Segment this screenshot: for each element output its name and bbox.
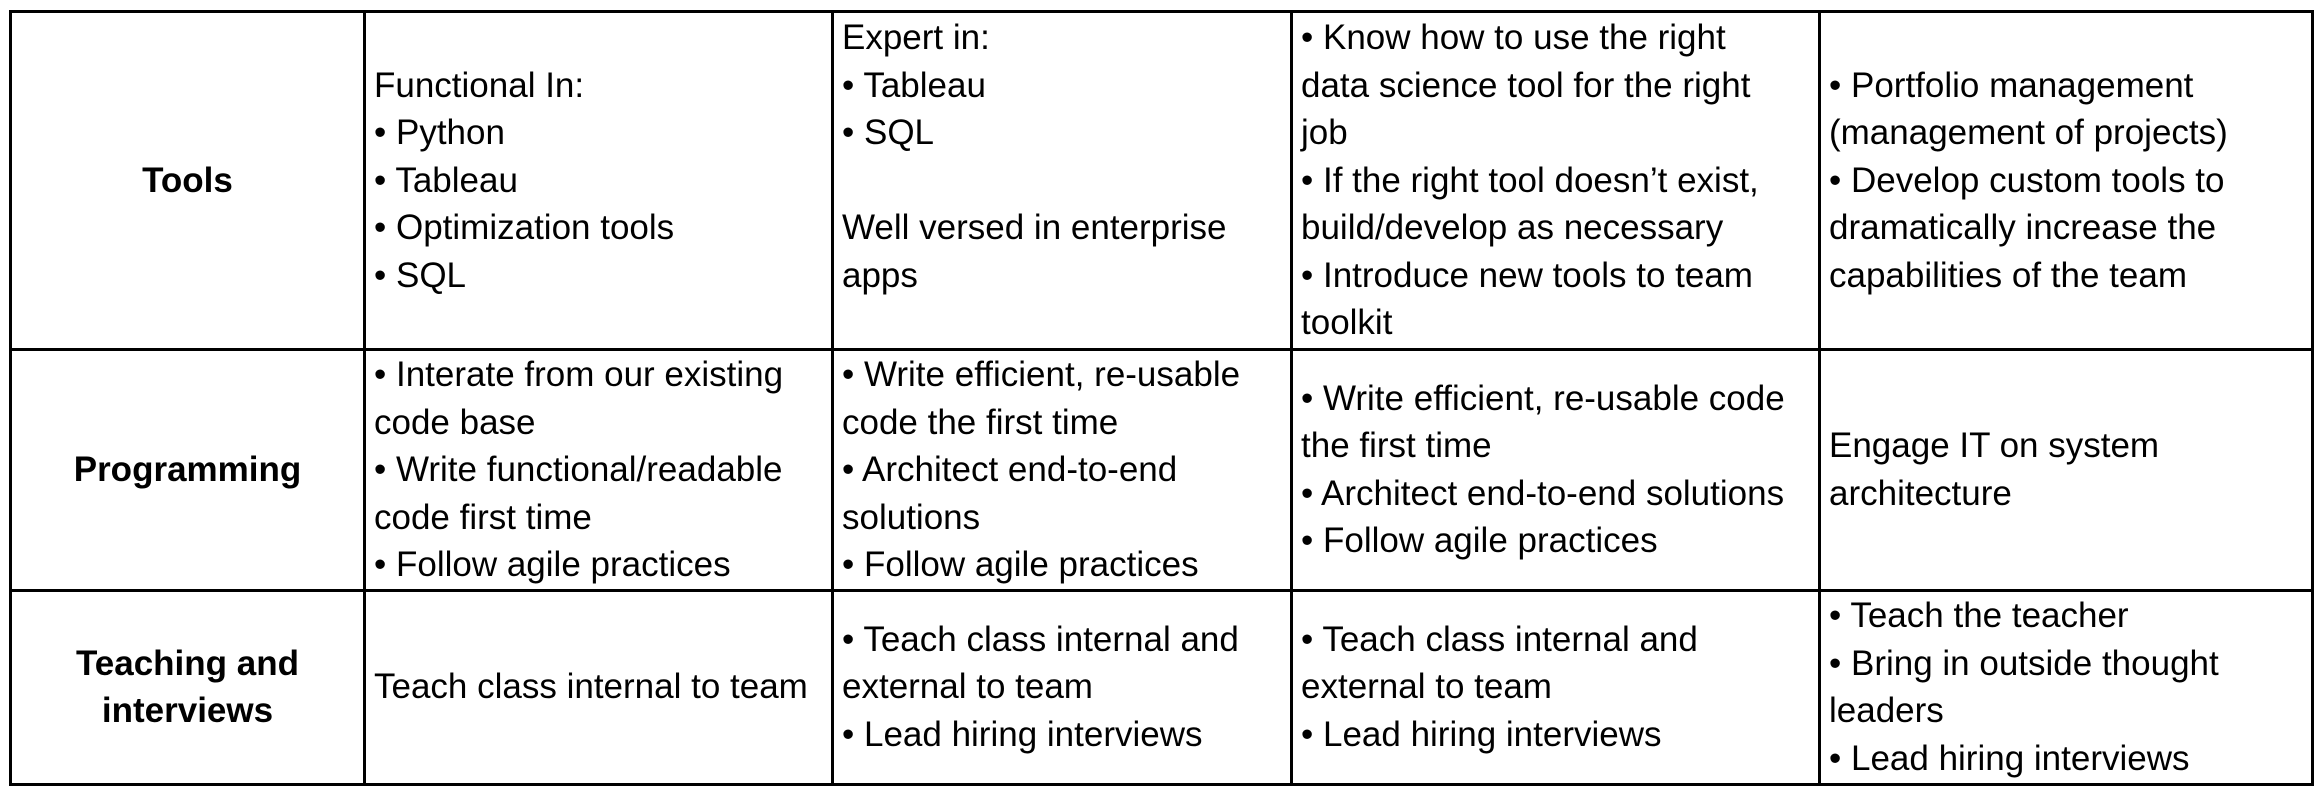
cell-text-line: toolkit <box>1301 303 1393 343</box>
cell-text-line: • Develop custom tools to <box>1829 160 2225 200</box>
cell-text-line: Functional In: <box>374 65 585 105</box>
cell-text-line: code the first time <box>842 402 1119 442</box>
table-row-tools: Tools Functional In: • Python • Tableau • Op… <box>9 10 2314 351</box>
cell-text-line: apps <box>842 255 918 295</box>
cell-text-line: solutions <box>842 497 981 537</box>
cell-text-line: • Follow agile practices <box>1301 521 1658 561</box>
cell-text-line: code base <box>374 402 536 442</box>
cell-text-line: the first time <box>1301 426 1492 466</box>
cell-text-line: • Tableau <box>842 65 986 105</box>
cell-text-line: architecture <box>1829 473 2012 513</box>
cell-text-line: • Portfolio management <box>1829 65 2194 105</box>
cell-text-line: (management of projects) <box>1829 113 2228 153</box>
cell-text-line: capabilities of the team <box>1829 255 2187 295</box>
table-row-teaching-and-interviews: Teaching and interviews Teach class intern… <box>9 588 2314 786</box>
table-cell-programming-col3: • Write efficient, re-usable code the fir… <box>1290 348 1821 592</box>
row-header-line: Tools <box>142 160 233 200</box>
table-cell-teaching-and-interviews-col4: • Teach the teacher • Bring in outside th… <box>1818 588 2314 786</box>
cell-text-line: job <box>1301 113 1348 153</box>
row-header-teaching-and-interviews: Teaching and interviews <box>9 588 366 786</box>
cell-text-line: • If the right tool doesn’t exist, <box>1301 160 1759 200</box>
cell-text-line: • Teach class internal and <box>842 619 1239 659</box>
cell-text-line: • Teach class internal and <box>1301 619 1698 659</box>
cell-text-line: leaders <box>1829 691 1944 730</box>
table-cell-tools-col1: Functional In: • Python • Tableau • Optimiz… <box>363 10 834 351</box>
cell-text-line: • Teach the teacher <box>1829 596 2129 635</box>
table-row-programming: Programming • Interate from our existing c… <box>9 348 2314 592</box>
table-cell-programming-col2: • Write efficient, re-usable code the fir… <box>831 348 1293 592</box>
cell-text-line: dramatically increase the <box>1829 208 2217 248</box>
cell-text-line: • Lead hiring interviews <box>1829 738 2190 778</box>
cell-text-line <box>842 299 1282 346</box>
table-cell-programming-col1: • Interate from our existing code base • W… <box>363 348 834 592</box>
cell-text-line: • Write functional/readable <box>374 450 783 489</box>
cell-text-line: • SQL <box>374 255 467 295</box>
table-cell-teaching-and-interviews-col2: • Teach class internal and external to te… <box>831 588 1293 786</box>
skills-table: Tools Functional In: • Python • Tableau • Op… <box>9 10 2314 786</box>
skills-matrix: Tools Functional In: • Python • Tableau • Op… <box>9 10 2314 786</box>
table-body: Tools Functional In: • Python • Tableau • Op… <box>9 10 2314 786</box>
cell-text-line: Expert in: <box>842 18 990 58</box>
cell-text-line: • Write efficient, re-usable code <box>1301 378 1785 418</box>
table-cell-tools-col2: Expert in: • Tableau • SQL Well versed in e… <box>831 10 1293 351</box>
cell-text-line <box>842 157 1282 205</box>
cell-text-line: • Lead hiring interviews <box>1301 714 1662 754</box>
cell-text-line: build/develop as necessary <box>1301 208 1724 248</box>
cell-text-line: • Write efficient, re-usable <box>842 355 1241 394</box>
row-header-line: Programming <box>73 450 302 489</box>
cell-text-line: Well versed in enterprise <box>842 208 1227 248</box>
cell-text-line: Teach class internal to team <box>374 667 808 707</box>
cell-text-line: data science tool for the right <box>1301 65 1751 105</box>
table-cell-teaching-and-interviews-col1: Teach class internal to team <box>363 588 834 786</box>
cell-text-line: • Interate from our existing <box>374 355 784 394</box>
cell-text-line: Engage IT on system <box>1829 426 2160 466</box>
row-header-programming: Programming <box>9 348 366 592</box>
cell-text-line: • Python <box>374 113 505 153</box>
cell-text-line: • Bring in outside thought <box>1829 643 2219 683</box>
cell-text-line: code first time <box>374 497 592 537</box>
cell-text-line: • Know how to use the right <box>1301 18 1726 58</box>
cell-text-line: external to team <box>842 667 1093 707</box>
cell-text-line: • Tableau <box>374 160 518 200</box>
cell-text-line: • Follow agile practices <box>842 545 1199 584</box>
table-cell-tools-col4: • Portfolio management (management of pro… <box>1818 10 2314 351</box>
cell-text-line: • SQL <box>842 113 935 153</box>
row-header-line: Teaching and <box>76 643 299 683</box>
row-header-line: interviews <box>101 691 274 730</box>
table-cell-programming-col4: Engage IT on system architecture <box>1818 348 2314 592</box>
cell-text-line: • Optimization tools <box>374 208 675 248</box>
cell-text-line: • Lead hiring interviews <box>842 714 1203 754</box>
row-header-tools: Tools <box>9 10 366 351</box>
cell-text-line: • Follow agile practices <box>374 545 731 584</box>
cell-text-line: • Architect end-to-end <box>842 450 1178 489</box>
table-cell-tools-col3: • Know how to use the right data science … <box>1290 10 1821 351</box>
cell-text-line: • Introduce new tools to team <box>1301 255 1753 295</box>
cell-text-line: external to team <box>1301 667 1552 707</box>
table-cell-teaching-and-interviews-col3: • Teach class internal and external to te… <box>1290 588 1821 786</box>
cell-text-line: • Architect end-to-end solutions <box>1301 473 1785 513</box>
